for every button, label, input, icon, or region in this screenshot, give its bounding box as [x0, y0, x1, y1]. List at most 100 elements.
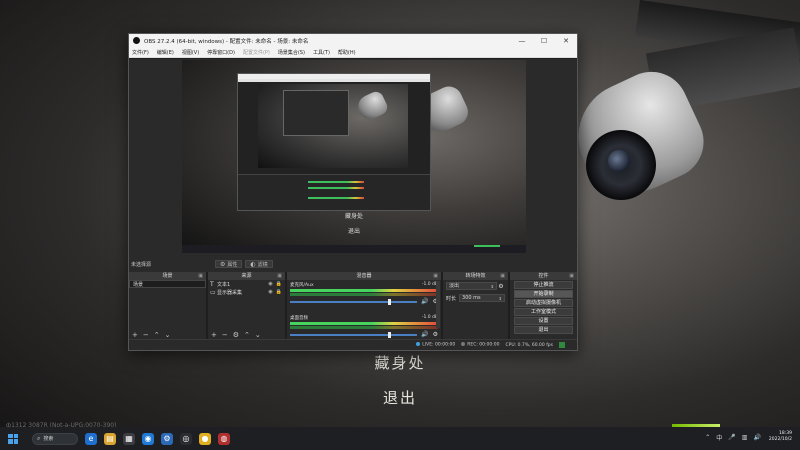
- menu-scene-collection[interactable]: 场景集合(S): [278, 49, 305, 56]
- file-explorer-icon[interactable]: ▤: [104, 432, 116, 445]
- cpu-status: CPU: 0.7%, 60.00 fps: [505, 342, 554, 348]
- desktop-exit-text[interactable]: 退出: [0, 387, 800, 408]
- duration-input[interactable]: 300 ms ⇕: [459, 294, 505, 302]
- volume-fader[interactable]: [290, 298, 418, 305]
- volume-meter: [290, 293, 438, 296]
- source-item-display[interactable]: ▭ 显示器采集 ◉ 🔒: [208, 288, 285, 296]
- mixer-scrollbar[interactable]: [436, 281, 440, 328]
- remove-scene-icon[interactable]: −: [143, 331, 149, 339]
- source-label: 显示器采集: [217, 289, 243, 296]
- edge-icon[interactable]: e: [85, 432, 97, 445]
- menu-view[interactable]: 视图(V): [182, 49, 199, 56]
- taskbar-search[interactable]: ⌕ 搜索: [32, 432, 78, 445]
- language-indicator[interactable]: 中: [716, 433, 722, 442]
- start-recording-button[interactable]: 开始录制: [514, 290, 573, 298]
- window-titlebar[interactable]: OBS 27.2.4 (64-bit, windows) - 配置文件: 未命名…: [129, 34, 577, 47]
- volume-meter: [290, 322, 438, 325]
- preview-taskbar: [182, 245, 526, 253]
- add-source-icon[interactable]: +: [211, 331, 217, 339]
- source-toolbar: 未选择源 ⚙ 属性 ◐ 滤镜: [129, 258, 577, 270]
- nested-preview: [258, 84, 408, 168]
- sources-dock: 来源 ▣ T 文本1 ◉ 🔒 ▭ 显示器采集 ◉ 🔒 + − ⚙ ⌃ ⌄: [208, 272, 287, 340]
- windows-start-icon[interactable]: [8, 433, 18, 444]
- scenes-dock-title: 场景: [162, 273, 173, 279]
- game-controller-icon[interactable]: ◎: [180, 432, 192, 445]
- studio-mode-button[interactable]: 工作室模式: [514, 308, 573, 316]
- lock-icon[interactable]: 🔒: [276, 281, 282, 287]
- dock-undock-icon[interactable]: ▣: [433, 272, 438, 280]
- lock-icon[interactable]: 🔒: [276, 289, 282, 295]
- chrome-icon[interactable]: ●: [199, 432, 211, 445]
- preview-area: 藏身处 退出: [129, 59, 577, 291]
- minimize-button[interactable]: —: [511, 37, 533, 45]
- search-label: 搜索: [43, 436, 54, 442]
- menu-tools[interactable]: 工具(T): [313, 49, 330, 56]
- clock[interactable]: 18:39 2022/10/2: [769, 431, 792, 443]
- dock-undock-icon[interactable]: ▣: [198, 272, 203, 280]
- speaker-icon[interactable]: 🔊: [421, 298, 428, 305]
- source-item-text[interactable]: T 文本1 ◉ 🔒: [208, 280, 285, 288]
- preview-canvas[interactable]: 藏身处 退出: [182, 60, 526, 253]
- move-scene-up-icon[interactable]: ⌃: [154, 331, 160, 339]
- menu-docks[interactable]: 停靠窗口(D): [207, 49, 235, 56]
- controls-dock-title: 控件: [538, 273, 549, 279]
- gear-icon[interactable]: ⚙: [433, 331, 438, 338]
- gear-icon[interactable]: ⚙: [497, 283, 505, 290]
- controls-dock-header: 控件 ▣: [510, 272, 577, 280]
- dock-undock-icon[interactable]: ▣: [277, 272, 282, 280]
- no-source-label: 未选择源: [131, 261, 152, 268]
- settings-button[interactable]: 设置: [514, 317, 573, 325]
- fader-knob[interactable]: [388, 298, 392, 305]
- properties-button[interactable]: ⚙ 属性: [215, 260, 243, 268]
- settings-app-icon[interactable]: ⚙: [161, 432, 173, 445]
- mixer-dock-title: 混音器: [356, 273, 372, 279]
- transition-type-row: 淡出 ⇕ ⚙: [443, 280, 508, 292]
- chevron-up-icon[interactable]: ⌃: [705, 434, 710, 441]
- volume-icon[interactable]: 🔊: [753, 434, 760, 441]
- filters-button[interactable]: ◐ 滤镜: [245, 260, 273, 268]
- windows-taskbar: ⌕ 搜索 e ▤ ▦ ◉ ⚙ ◎ ● ◍ ⌃ 中 🎤 ▥ 🔊 18:39 202…: [0, 427, 800, 450]
- move-source-up-icon[interactable]: ⌃: [244, 331, 250, 339]
- desktop-hide-text[interactable]: 藏身处: [0, 352, 800, 373]
- eye-icon[interactable]: ◉: [268, 281, 272, 287]
- microphone-icon[interactable]: 🎤: [728, 434, 735, 441]
- nested-inner-window: [283, 90, 349, 136]
- window-title: OBS 27.2.4 (64-bit, windows) - 配置文件: 未命名…: [144, 38, 309, 45]
- add-scene-icon[interactable]: +: [132, 331, 138, 339]
- preview-exit-text: 退出: [347, 228, 360, 235]
- move-scene-down-icon[interactable]: ⌄: [165, 331, 171, 339]
- dock-undock-icon[interactable]: ▣: [569, 272, 574, 280]
- move-source-down-icon[interactable]: ⌄: [255, 331, 261, 339]
- eye-icon[interactable]: ◉: [268, 289, 272, 295]
- obs-app-icon[interactable]: ◍: [218, 432, 230, 445]
- nested-docks: [238, 174, 430, 210]
- network-icon[interactable]: ▥: [742, 434, 748, 441]
- scene-list-item[interactable]: 场景: [129, 280, 206, 288]
- dock-undock-icon[interactable]: ▣: [500, 272, 505, 280]
- stop-streaming-button[interactable]: 停止推流: [514, 281, 573, 289]
- menu-profile[interactable]: 配置文件(P): [243, 49, 270, 56]
- source-properties-icon[interactable]: ⚙: [233, 331, 239, 339]
- stream-health-icon: [559, 342, 565, 348]
- browser-icon[interactable]: ◉: [142, 432, 154, 445]
- store-icon[interactable]: ▦: [123, 432, 135, 445]
- remove-source-icon[interactable]: −: [222, 331, 228, 339]
- transition-type-select[interactable]: 淡出 ⇕: [446, 282, 497, 290]
- exit-button[interactable]: 退出: [514, 326, 573, 334]
- start-virtual-camera-button[interactable]: 启动虚拟摄像机: [514, 299, 573, 307]
- menu-help[interactable]: 帮助(H): [338, 49, 356, 56]
- filters-label: 滤镜: [257, 261, 268, 268]
- volume-meter: [290, 326, 438, 329]
- menu-edit[interactable]: 编辑(E): [157, 49, 174, 56]
- search-icon: ⌕: [37, 434, 41, 442]
- speaker-icon[interactable]: 🔊: [421, 331, 428, 338]
- system-tray: ⌃ 中 🎤 ▥ 🔊 18:39 2022/10/2: [699, 431, 792, 443]
- close-button[interactable]: ✕: [555, 37, 577, 45]
- scenes-dock-header: 场景 ▣: [129, 272, 206, 280]
- volume-fader[interactable]: [290, 331, 418, 338]
- maximize-button[interactable]: ☐: [533, 37, 555, 45]
- channel-name: 麦克风/Aux: [290, 283, 314, 288]
- rec-indicator-icon: [461, 342, 466, 347]
- menu-file[interactable]: 文件(F): [132, 49, 149, 56]
- fader-knob[interactable]: [388, 331, 392, 338]
